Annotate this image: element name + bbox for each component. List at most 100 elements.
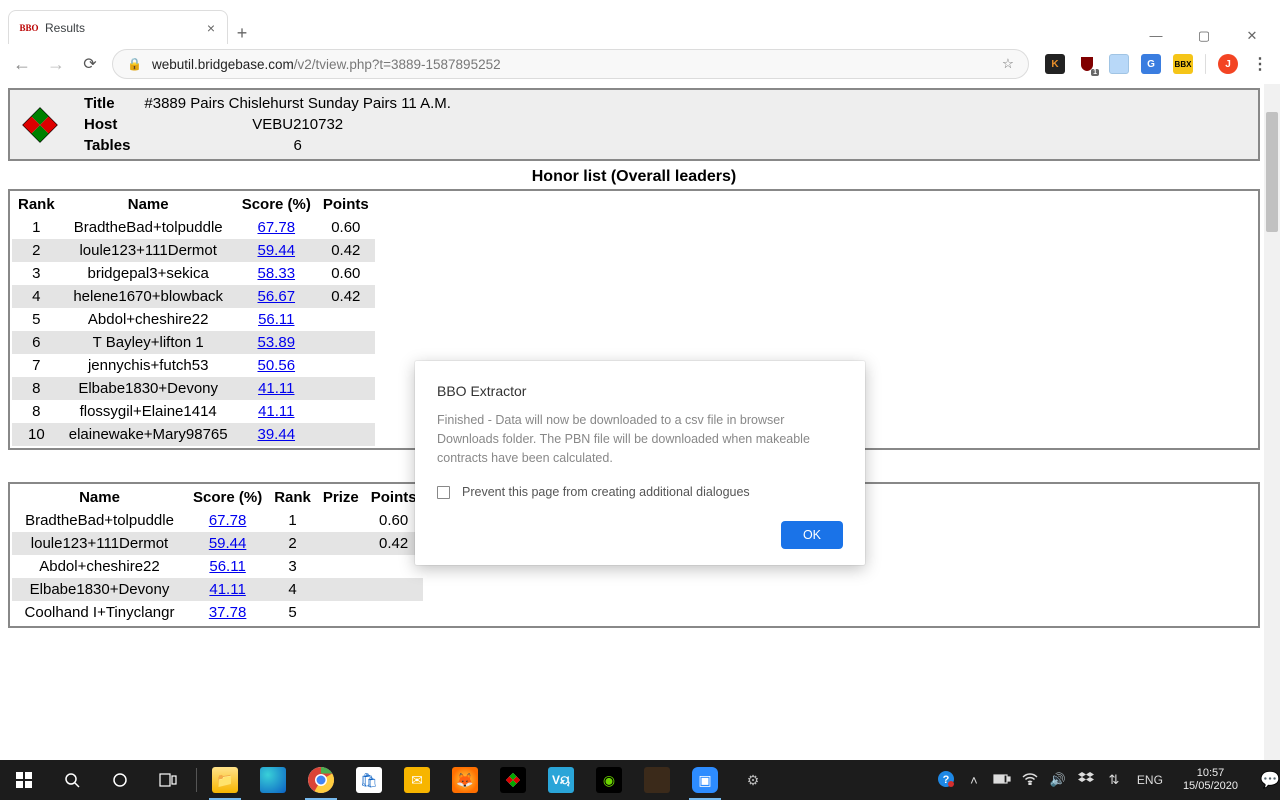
tab-close-icon[interactable]: × — [207, 20, 215, 36]
score-link[interactable]: 59.44 — [258, 242, 296, 259]
honor-cell-score: 67.78 — [236, 216, 317, 239]
omnibox[interactable]: 🔒 webutil.bridgebase.com/v2/tview.php?t=… — [112, 49, 1029, 79]
dialog-prevent-row[interactable]: Prevent this page from creating addition… — [437, 485, 843, 499]
url-domain: webutil.bridgebase.com — [152, 57, 294, 72]
chrome-menu-icon[interactable]: ⋮ — [1250, 54, 1270, 74]
prevent-checkbox[interactable] — [437, 486, 450, 499]
score-link[interactable]: 59.44 — [209, 535, 247, 552]
honor-row: 3bridgepal3+sekica58.330.60 — [12, 262, 375, 285]
honor-cell-name: flossygil+Elaine1414 — [61, 400, 236, 423]
score-link[interactable]: 56.11 — [209, 558, 245, 575]
score-link[interactable]: 41.11 — [209, 581, 245, 598]
extension-google-translate-icon[interactable]: G — [1141, 54, 1161, 74]
score-link[interactable]: 67.78 — [258, 219, 296, 236]
tray-wifi-icon[interactable] — [1021, 773, 1039, 788]
window-close-icon[interactable]: ✕ — [1240, 28, 1264, 44]
taskbar-app-spiral[interactable]: ◉ — [585, 760, 633, 800]
score-link[interactable]: 53.89 — [258, 334, 296, 351]
extension-weather-icon[interactable] — [1109, 54, 1129, 74]
honor-row: 2loule123+111Dermot59.440.42 — [12, 239, 375, 262]
ns-cell-prize — [317, 509, 365, 532]
profile-avatar[interactable]: J — [1218, 54, 1238, 74]
vertical-scrollbar[interactable] — [1264, 84, 1280, 760]
tray-volume-icon[interactable]: 🔊 — [1049, 772, 1067, 788]
extension-ublock-icon[interactable]: 1 — [1077, 54, 1097, 74]
scrollbar-thumb[interactable] — [1266, 112, 1278, 232]
ns-th-prize: Prize — [317, 486, 365, 509]
tray-notifications-icon[interactable]: 💬 — [1254, 770, 1274, 790]
ns-cell-points — [365, 578, 423, 601]
tray-battery-icon[interactable] — [993, 773, 1011, 788]
score-link[interactable]: 37.78 — [209, 604, 247, 621]
tray-dropbox-icon[interactable] — [1077, 772, 1095, 789]
meta-tables-value: 6 — [138, 136, 457, 155]
score-link[interactable]: 56.11 — [258, 311, 294, 328]
tray-clock[interactable]: 10:57 15/05/2020 — [1177, 767, 1244, 792]
new-tab-button[interactable]: + — [228, 23, 256, 44]
tray-language[interactable]: ENG — [1133, 773, 1167, 787]
ns-th-score: Score (%) — [187, 486, 268, 509]
extension-k-icon[interactable]: K — [1045, 54, 1065, 74]
taskbar-left: 📁 🛍 ✉ 🦊 Vୟ ◉ ▣ ⚙ — [0, 760, 777, 800]
ns-row: BradtheBad+tolpuddle67.7810.60 — [12, 509, 423, 532]
honor-cell-rank: 2 — [12, 239, 61, 262]
taskbar-app-store[interactable]: 🛍 — [345, 760, 393, 800]
ns-cell-rank: 1 — [268, 509, 317, 532]
search-icon[interactable] — [48, 760, 96, 800]
ns-cell-points: 0.60 — [365, 509, 423, 532]
meta-host-label: Host — [78, 115, 136, 134]
start-button[interactable] — [0, 760, 48, 800]
taskbar-app-firefox[interactable]: 🦊 — [441, 760, 489, 800]
honor-cell-rank: 5 — [12, 308, 61, 331]
reload-button[interactable]: ⟳ — [78, 54, 102, 74]
tray-time: 10:57 — [1183, 767, 1238, 780]
score-link[interactable]: 41.11 — [258, 380, 294, 397]
forward-button[interactable]: → — [44, 54, 68, 75]
task-view-icon[interactable] — [144, 760, 192, 800]
taskbar-app-settings[interactable]: ⚙ — [729, 760, 777, 800]
score-link[interactable]: 39.44 — [258, 426, 296, 443]
score-link[interactable]: 56.67 — [258, 288, 296, 305]
taskbar-app-zoom[interactable]: ▣ — [681, 760, 729, 800]
taskbar-app-vs[interactable]: Vୟ — [537, 760, 585, 800]
extensions-row: K 1 G BBX J ⋮ — [1039, 54, 1270, 74]
dialog-title: BBO Extractor — [437, 383, 843, 399]
honor-cell-name: bridgepal3+sekica — [61, 262, 236, 285]
honor-cell-score: 59.44 — [236, 239, 317, 262]
taskbar-app-generic[interactable] — [633, 760, 681, 800]
honor-cell-points: 0.60 — [317, 262, 375, 285]
cortana-icon[interactable] — [96, 760, 144, 800]
taskbar-app-mail[interactable]: ✉ — [393, 760, 441, 800]
dialog-ok-button[interactable]: OK — [781, 521, 843, 549]
tray-chevron-up-icon[interactable]: ˄ — [965, 773, 983, 788]
honor-cell-score: 56.67 — [236, 285, 317, 308]
bookmark-star-icon[interactable]: ☆ — [1002, 56, 1014, 72]
honor-cell-points: 0.42 — [317, 285, 375, 308]
window-maximize-icon[interactable]: ▢ — [1192, 28, 1216, 44]
score-link[interactable]: 50.56 — [258, 357, 296, 374]
ns-cell-prize — [317, 532, 365, 555]
honor-th-rank: Rank — [12, 193, 61, 216]
url-path: /v2/tview.php?t=3889-1587895252 — [294, 57, 501, 72]
taskbar-app-edge[interactable] — [249, 760, 297, 800]
score-link[interactable]: 67.78 — [209, 512, 247, 529]
honor-cell-name: jennychis+futch53 — [61, 354, 236, 377]
extension-bbx-icon[interactable]: BBX — [1173, 54, 1193, 74]
window-minimize-icon[interactable]: — — [1144, 28, 1168, 44]
tray-help-icon[interactable]: ? — [937, 770, 955, 791]
section-ns-table: Name Score (%) Rank Prize Points Bradthe… — [12, 486, 423, 624]
score-link[interactable]: 41.11 — [258, 403, 294, 420]
score-link[interactable]: 58.33 — [258, 265, 296, 282]
page-viewport: Title #3889 Pairs Chislehurst Sunday Pai… — [0, 84, 1280, 760]
meta-title-value: #3889 Pairs Chislehurst Sunday Pairs 11 … — [138, 94, 457, 113]
taskbar-app-explorer[interactable]: 📁 — [201, 760, 249, 800]
honor-cell-name: elainewake+Mary98765 — [61, 423, 236, 446]
tray-sync-icon[interactable]: ⇅ — [1105, 772, 1123, 788]
ns-cell-rank: 4 — [268, 578, 317, 601]
ns-cell-prize — [317, 601, 365, 624]
browser-tab[interactable]: BBO Results × — [8, 10, 228, 44]
taskbar-app-chrome[interactable] — [297, 760, 345, 800]
ns-th-name: Name — [12, 486, 187, 509]
back-button[interactable]: ← — [10, 54, 34, 75]
taskbar-app-bridge[interactable] — [489, 760, 537, 800]
